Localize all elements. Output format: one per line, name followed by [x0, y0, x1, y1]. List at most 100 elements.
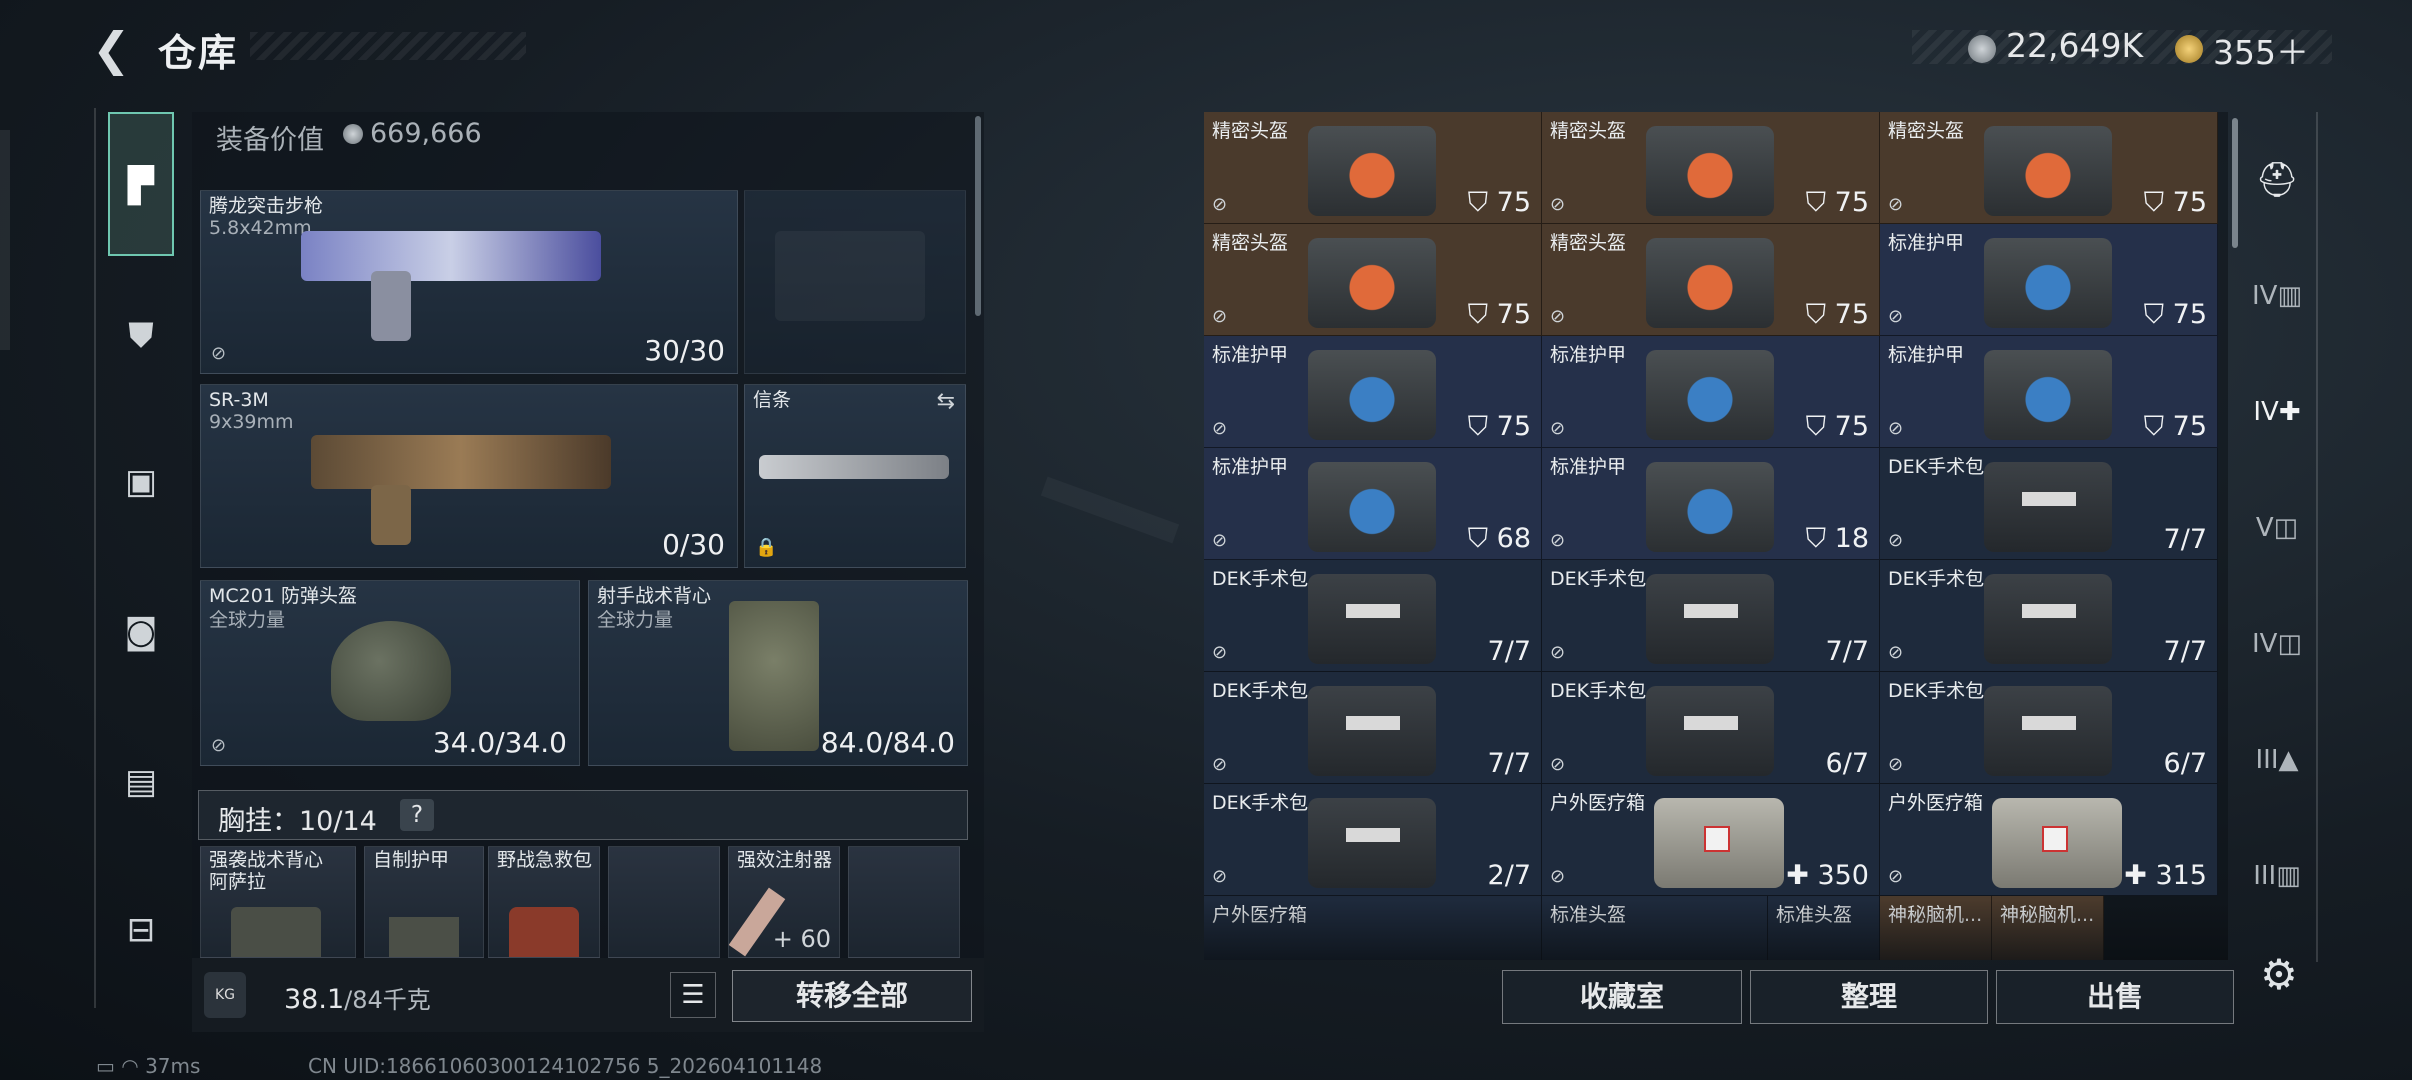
chest-slot[interactable]: 强效注射器 + 60 [728, 846, 840, 958]
storage-item[interactable]: 标准护甲 ⊘ ⛉ 75 [1542, 336, 1880, 448]
chest-slot[interactable]: 强袭战术背心 阿萨拉 [200, 846, 356, 958]
sidebar-item-vest[interactable]: ⛊ [108, 306, 174, 366]
organize-button[interactable]: 整理 [1750, 970, 1988, 1024]
storage-item[interactable]: 标准护甲 ⊘ ⛉ 75 [1204, 336, 1542, 448]
firstaid-label-icon [1346, 828, 1400, 842]
helmet-slot[interactable]: MC201 防弹头盔 全球力量 ⊘ 34.0/34.0 [200, 580, 580, 766]
storage-item[interactable]: 标准护甲 ⊘ ⛉ 18 [1542, 448, 1880, 560]
storage-item[interactable]: 标准护甲 ⊘ ⛉ 75 [1880, 336, 2218, 448]
storage-item[interactable]: DEK手术包 ⊘ 7/7 [1204, 672, 1542, 784]
pistol-slot[interactable] [744, 190, 966, 374]
melee-name: 信条 [753, 389, 792, 411]
vest-icon: ⛊ [128, 316, 154, 356]
chest-slot-empty[interactable] [608, 846, 720, 958]
sidebar-item-backpack[interactable]: ▣ [108, 452, 174, 512]
item-name: 精密头盔 [1550, 232, 1627, 254]
storage-item[interactable]: 精密头盔 ⊘ ⛉ 75 [1204, 224, 1542, 336]
transfer-all-button[interactable]: 转移全部 [732, 970, 972, 1022]
item-value-text: 2/7 [1487, 860, 1531, 891]
sidebar-item-tier-iv-b[interactable]: IV◫ [2248, 616, 2306, 672]
primary-weapon-slot[interactable]: 腾龙突击步枪 5.8x42mm ⊘ 30/30 [200, 190, 738, 374]
item-value: ⛉ 75 [1806, 299, 1869, 331]
helmet-icon: ⛑ [2255, 160, 2299, 200]
back-button[interactable]: ❮ [92, 24, 152, 74]
sidebar-item-weapons[interactable]: ▛ [108, 112, 174, 256]
storage-item[interactable]: DEK手术包 ⊘ 6/7 [1542, 672, 1880, 784]
no-insure-icon: ⊘ [1550, 642, 1566, 663]
item-value-text: 75 [1834, 299, 1869, 330]
case-icon: III▲ [2255, 745, 2299, 775]
helmet-brand: 全球力量 [209, 609, 286, 631]
storage-item[interactable]: DEK手术包 ⊘ 7/7 [1204, 560, 1542, 672]
item-value: ✚ 315 [2124, 860, 2207, 891]
firstaid-label-icon [2022, 604, 2076, 618]
no-insure-icon: ⊘ [1888, 194, 1904, 215]
storage-item[interactable]: 户外医疗箱 ⊘ ✚ 315 [1880, 784, 2218, 896]
chest-slot[interactable]: 野战急救包 [488, 846, 600, 958]
item-name: 标准护甲 [1212, 344, 1289, 366]
sidebar-item-tier-iv-add[interactable]: IV✚ [2248, 384, 2306, 440]
equipment-value: 669,666 [370, 118, 482, 149]
storage-item[interactable]: 精密头盔 ⊘ ⛉ 75 [1204, 112, 1542, 224]
item-image [1646, 686, 1774, 776]
no-insure-icon: ⊘ [1212, 642, 1228, 663]
no-insure-icon: ⊘ [1888, 754, 1904, 775]
sidebar-item-tier-iv[interactable]: IV▥ [2248, 268, 2306, 324]
gold-currency-value[interactable]: 355＋ [2213, 26, 2309, 74]
case-add-icon: IV✚ [2253, 397, 2301, 427]
storage-item[interactable]: DEK手术包 ⊘ 2/7 [1204, 784, 1542, 896]
no-insure-icon: ⊘ [1212, 530, 1228, 551]
item-image [1646, 238, 1774, 328]
storage-item[interactable]: DEK手术包 ⊘ 7/7 [1542, 560, 1880, 672]
sidebar-item-tier-iii-b[interactable]: III▥ [2248, 848, 2306, 904]
scrollbar[interactable] [975, 116, 981, 316]
case-icon: IV◫ [2251, 629, 2303, 659]
sell-button[interactable]: 出售 [1996, 970, 2234, 1024]
sidebar-item-toolbox[interactable]: ⊟ [108, 900, 174, 960]
title-decoration [250, 32, 526, 60]
user-id: CN UID:18661060300124102756 5_2026041011… [308, 1054, 823, 1078]
sidebar-item-helmet[interactable]: ⛑ [2248, 152, 2306, 208]
list-view-button[interactable]: ☰ [670, 972, 716, 1018]
item-image [1654, 798, 1784, 888]
sidebar-item-bag[interactable]: ◙ [108, 602, 174, 662]
storage-item[interactable]: 精密头盔 ⊘ ⛉ 75 [1542, 224, 1880, 336]
sidebar-item-tier-v[interactable]: V◫ [2248, 500, 2306, 556]
case-icon: ▤ [124, 762, 158, 802]
item-image [1308, 686, 1436, 776]
network-status: ▭ ◠ 37ms [96, 1054, 200, 1078]
collection-button[interactable]: 收藏室 [1502, 970, 1742, 1024]
storage-item[interactable]: 户外医疗箱 ⊘ ✚ 350 [1542, 784, 1880, 896]
storage-item[interactable]: 精密头盔 ⊘ ⛉ 75 [1542, 112, 1880, 224]
help-icon[interactable]: ? [400, 799, 434, 831]
chest-slot[interactable]: 自制护甲 [364, 846, 484, 958]
secondary-weapon-slot[interactable]: SR-3M 9x39mm 0/30 [200, 384, 738, 568]
storage-item[interactable]: 标准护甲 ⊘ ⛉ 75 [1880, 224, 2218, 336]
item-value-text: 68 [1496, 523, 1531, 554]
sidebar-item-case[interactable]: ▤ [108, 752, 174, 812]
melee-slot[interactable]: 信条 ⇆ 🔒 [744, 384, 966, 568]
storage-item[interactable]: DEK手术包 ⊘ 7/7 [1880, 448, 2218, 560]
gear-icon[interactable]: ⚙ [2254, 950, 2304, 1000]
item-value: ⛉ 18 [1806, 523, 1869, 555]
sidebar-item-tier-iii[interactable]: III▲ [2248, 732, 2306, 788]
storage-item[interactable]: 标准护甲 ⊘ ⛉ 68 [1204, 448, 1542, 560]
silver-coin-icon [1968, 35, 1996, 63]
chest-item-name: 强效注射器 [737, 849, 833, 871]
storage-item[interactable]: DEK手术包 ⊘ 7/7 [1880, 560, 2218, 672]
storage-item[interactable]: 精密头盔 ⊘ ⛉ 75 [1880, 112, 2218, 224]
vest-durability: 84.0/84.0 [820, 726, 955, 759]
vest-slot[interactable]: 射手战术背心 全球力量 84.0/84.0 [588, 580, 968, 766]
item-value: ⛉ 75 [2144, 187, 2207, 219]
item-value-text: 7/7 [2163, 524, 2207, 555]
shield-icon: ⛉ [2143, 187, 2173, 218]
storage-item[interactable]: DEK手术包 ⊘ 6/7 [1880, 672, 2218, 784]
item-name: 标准护甲 [1550, 344, 1627, 366]
storage-fade [1204, 900, 2228, 960]
swap-icon[interactable]: ⇆ [937, 389, 955, 414]
ammo-count: 0/30 [662, 528, 725, 561]
knife-image [759, 455, 949, 479]
chest-slot-empty[interactable] [848, 846, 960, 958]
no-insure-icon: ⊘ [1550, 530, 1566, 551]
item-image [1308, 350, 1436, 440]
